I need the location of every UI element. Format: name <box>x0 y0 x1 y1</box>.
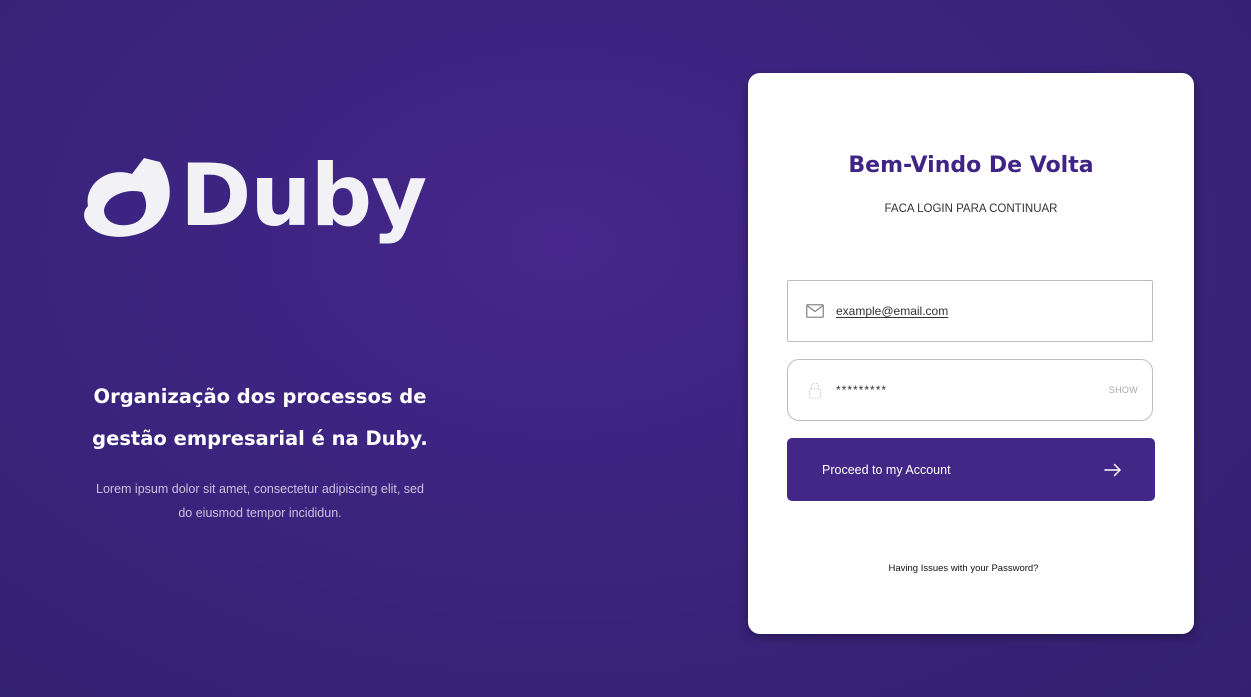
hero-description: Lorem ipsum dolor sit amet, consectetur … <box>96 482 424 520</box>
email-field[interactable] <box>787 280 1153 342</box>
hero-headline-line-1: Organização dos processos de <box>93 385 427 408</box>
email-input[interactable] <box>836 304 1152 318</box>
lock-icon <box>805 380 825 400</box>
password-input[interactable] <box>836 383 1109 397</box>
login-card: Bem-Vindo De Volta FACA LOGIN PARA CONTI… <box>748 73 1194 634</box>
proceed-button[interactable]: Proceed to my Account <box>787 438 1155 501</box>
hero-headline-line-2: gestão empresarial é na Duby. <box>92 427 428 450</box>
brand-name: Duby <box>180 146 427 246</box>
arrow-right-icon <box>1104 463 1121 476</box>
login-subtitle: FACA LOGIN PARA CONTINUAR <box>884 203 1058 215</box>
password-help-link[interactable]: Having Issues with your Password? <box>748 563 1179 574</box>
mail-icon <box>805 301 825 321</box>
duby-logo: Duby <box>74 146 427 250</box>
proceed-button-label: Proceed to my Account <box>822 462 951 477</box>
brand-panel: Duby Organização dos processos de gestão… <box>0 0 540 697</box>
show-password-toggle[interactable]: SHOW <box>1109 385 1138 395</box>
duby-logo-mark-icon <box>84 158 170 237</box>
password-field[interactable]: SHOW <box>787 359 1153 421</box>
hero-headline: Organização dos processos de gestão empr… <box>60 376 460 460</box>
login-title: Bem-Vindo De Volta <box>848 153 1094 178</box>
